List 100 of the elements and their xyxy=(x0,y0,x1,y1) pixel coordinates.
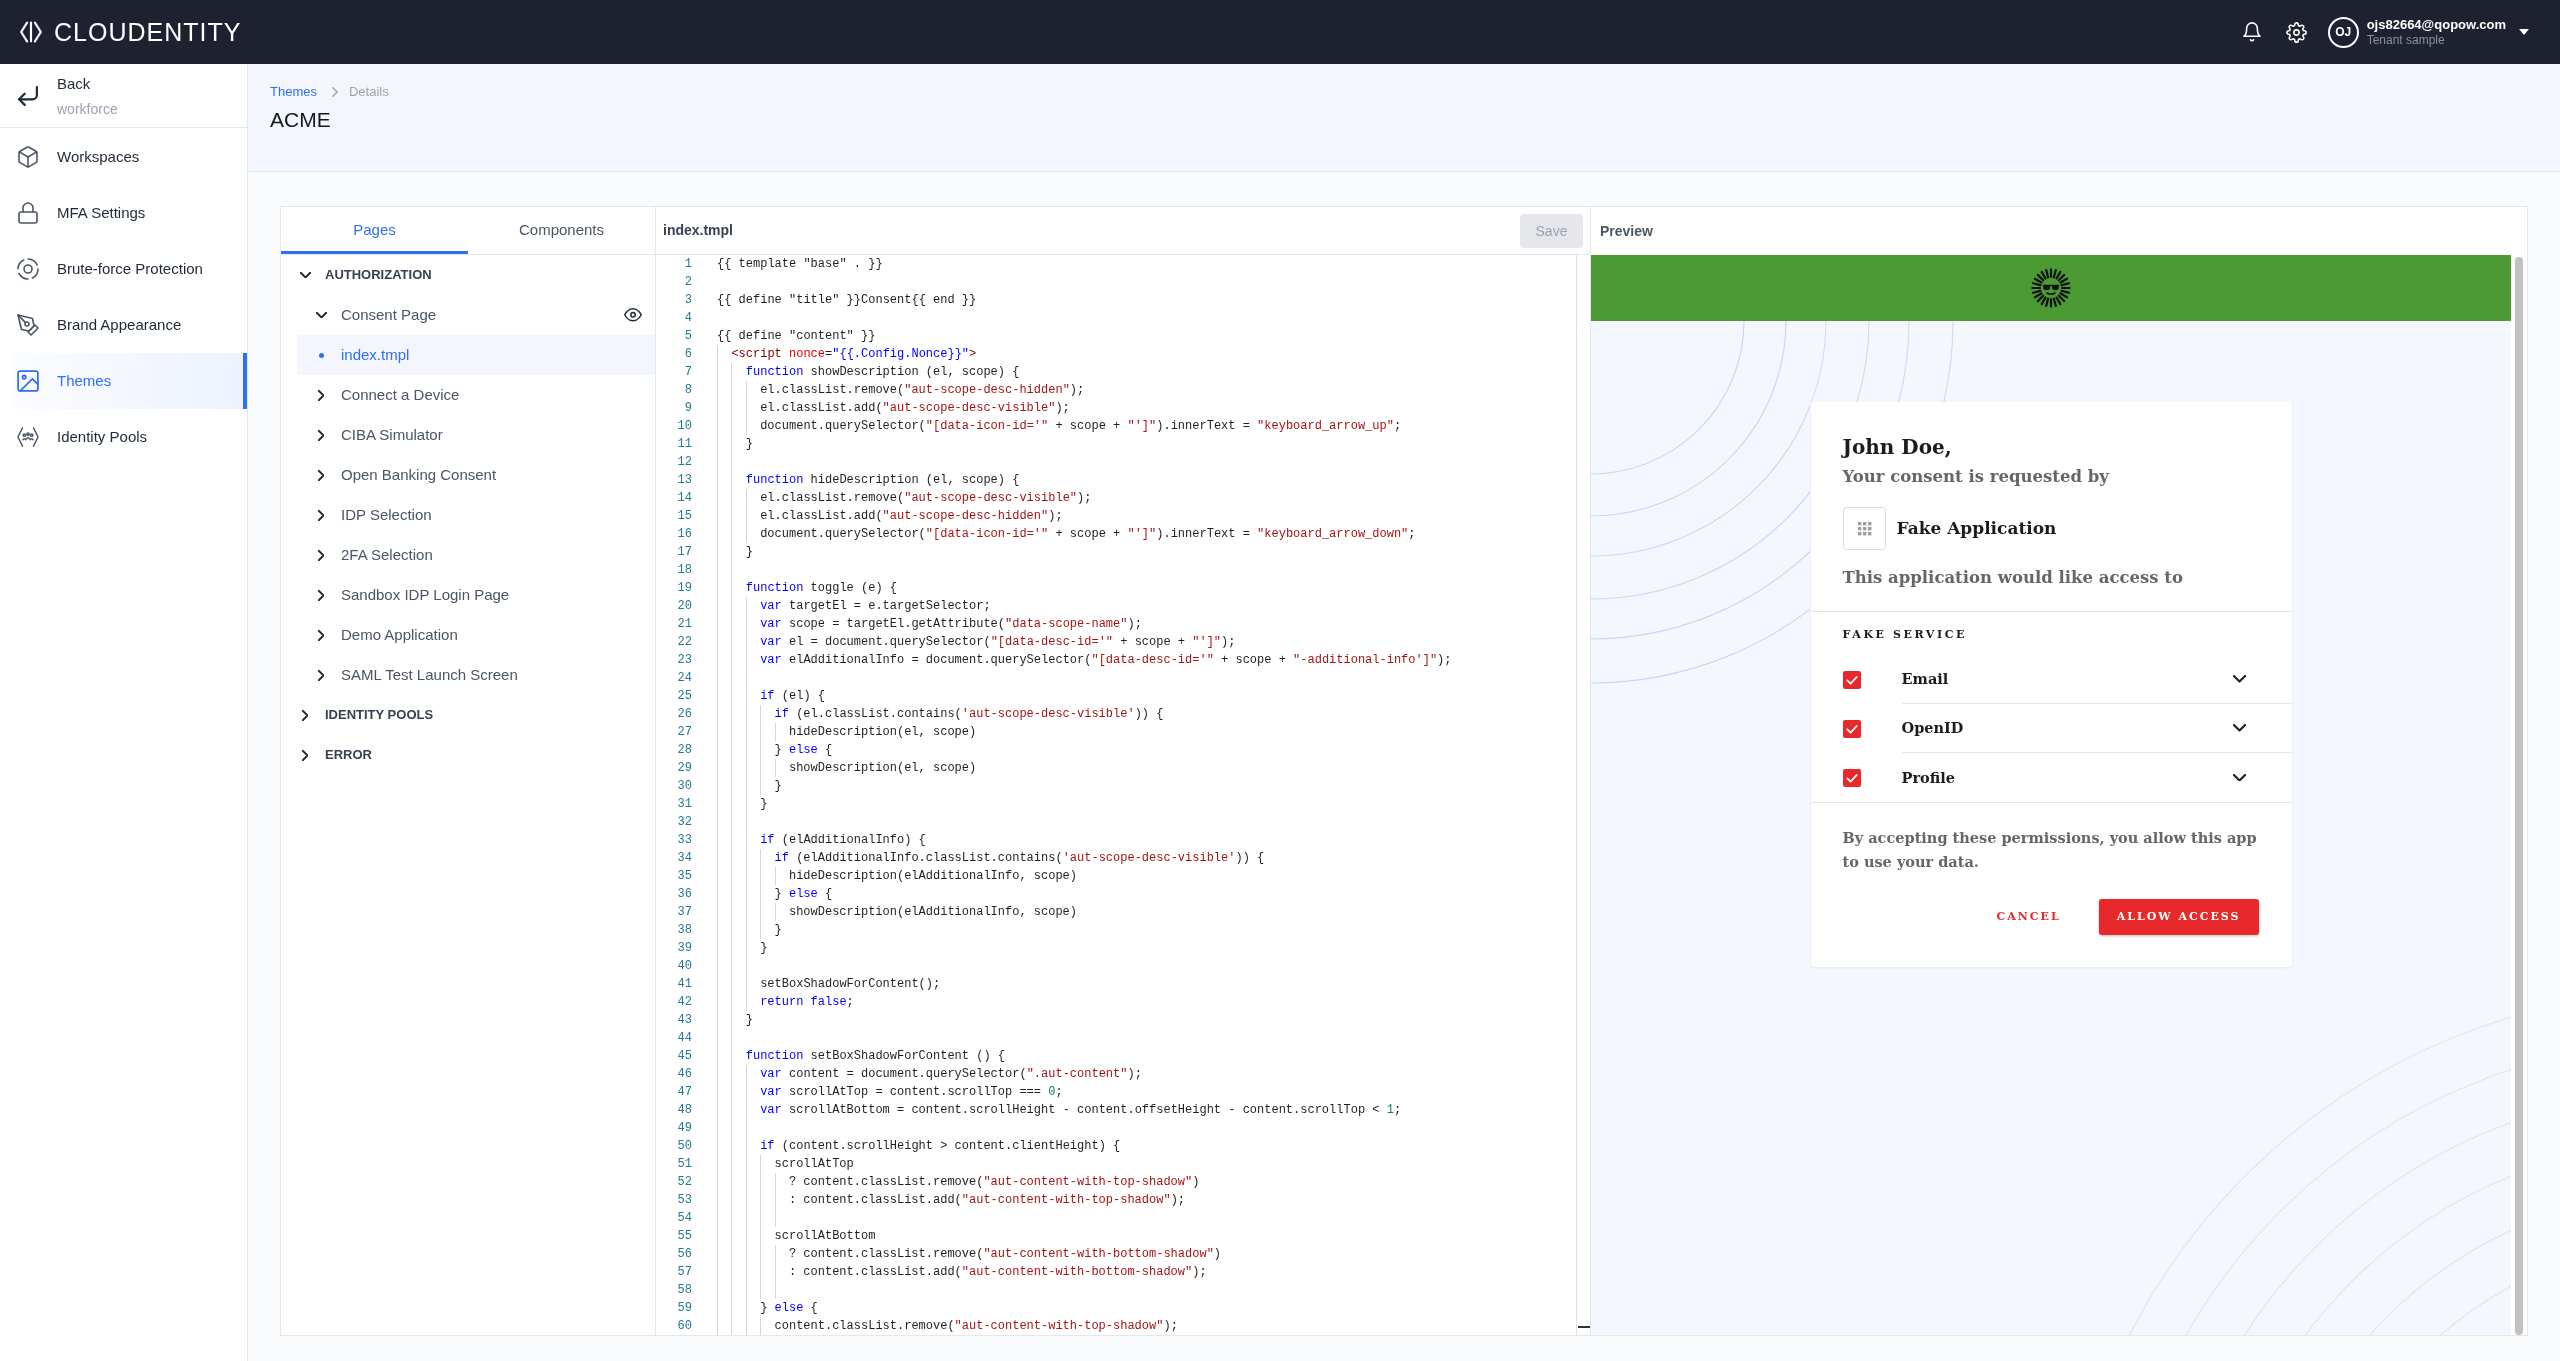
ruler-mark-icon xyxy=(1578,1326,1590,1328)
sidebar-item[interactable]: Workspaces xyxy=(12,129,247,185)
line-number: 3 xyxy=(683,292,692,309)
checkbox[interactable] xyxy=(1842,719,1861,738)
sidebar-item[interactable]: Identity Pools xyxy=(12,409,247,465)
line-number: 5 xyxy=(683,328,692,345)
code-line: var scrollAtTop = content.scrollTop === 0; xyxy=(760,1084,1063,1101)
code-line: {{ define "title" }}Consent{{ end }} xyxy=(717,292,977,309)
sidebar-item[interactable]: Themes xyxy=(12,353,247,409)
eye-icon[interactable] xyxy=(624,308,642,322)
caret-down-icon[interactable] xyxy=(2519,29,2529,35)
tree-item[interactable]: ERROR xyxy=(297,735,655,775)
code-line: : content.classList.add("aut-content-with-top-shadow"); xyxy=(788,1192,1186,1209)
tenant-name: Tenant sample xyxy=(2366,33,2446,48)
scope-label: Email xyxy=(1901,669,1949,690)
code-line: <script nonce="{{.Config.Nonce}}"> xyxy=(731,346,977,363)
code-line: if (elAdditionalInfo.classList.contains('aut-scope-desc-visible')) { xyxy=(774,850,1265,867)
line-number: 59 xyxy=(676,1300,692,1317)
tree-item[interactable]: Connect a Device xyxy=(297,375,655,415)
cancel-button[interactable]: CANCEL xyxy=(1984,899,2073,935)
code-line: scrollAtTop xyxy=(774,1156,854,1173)
user-avatar[interactable]: OJ xyxy=(2327,16,2359,48)
tree-item[interactable]: AUTHORIZATION xyxy=(297,255,655,295)
code-line: document.querySelector("[data-icon-id='" + scope + "']").innerText = "keyboard_arrow_up"; xyxy=(760,418,1402,435)
breadcrumb-link[interactable]: Themes xyxy=(270,84,317,100)
line-number: 31 xyxy=(676,796,692,813)
greeting: John Doe, xyxy=(1842,434,1953,460)
allow-access-button[interactable]: ALLOW ACCESS xyxy=(2098,899,2259,935)
checkbox[interactable] xyxy=(1842,670,1861,689)
tree-item[interactable]: SAML Test Launch Screen xyxy=(297,655,655,695)
line-number: 14 xyxy=(676,490,692,507)
scrollbar-thumb[interactable] xyxy=(2515,257,2523,1335)
tab[interactable]: Components xyxy=(468,207,655,254)
line-number: 54 xyxy=(676,1210,692,1227)
line-number: 21 xyxy=(676,616,692,633)
code-line: hideDescription(elAdditionalInfo, scope) xyxy=(788,868,1077,885)
line-number: 18 xyxy=(676,562,692,579)
breadcrumb-current: Details xyxy=(348,84,389,100)
code-line: } else { xyxy=(774,886,833,903)
sidebar-item[interactable]: MFA Settings xyxy=(12,185,247,241)
service-name: FAKE SERVICE xyxy=(1841,627,1969,643)
sidebar-item[interactable]: Brand Appearance xyxy=(12,297,247,353)
image-icon xyxy=(17,370,39,392)
line-number: 53 xyxy=(676,1192,692,1209)
line-number: 16 xyxy=(676,526,692,543)
line-number: 32 xyxy=(676,814,692,831)
line-number: 55 xyxy=(676,1228,692,1245)
line-number: 43 xyxy=(676,1012,692,1029)
tree-item[interactable]: IDENTITY POOLS xyxy=(297,695,655,735)
line-number: 42 xyxy=(676,994,692,1011)
code-line: if (el.classList.contains('aut-scope-desc-visible')) { xyxy=(774,706,1164,723)
target-icon xyxy=(17,258,39,280)
line-number: 36 xyxy=(676,886,692,903)
chevron-down-icon[interactable] xyxy=(2232,773,2246,782)
code-line: var targetEl = e.targetSelector; xyxy=(760,598,991,615)
line-number: 39 xyxy=(676,940,692,957)
line-number: 19 xyxy=(676,580,692,597)
tab[interactable]: Pages xyxy=(281,207,468,254)
people-brackets-icon xyxy=(17,426,39,448)
brand-name: CLOUDENTITY xyxy=(54,17,242,47)
tree-item[interactable]: Consent Page xyxy=(297,295,655,335)
tree-item[interactable]: Open Banking Consent xyxy=(297,455,655,495)
chevron-down-icon[interactable] xyxy=(2232,724,2246,732)
code-line: } else { xyxy=(760,1300,818,1317)
pen-nib-icon xyxy=(17,314,39,336)
return-arrow-icon[interactable] xyxy=(18,85,38,106)
scope-label: Profile xyxy=(1901,767,1955,788)
tree-item[interactable]: IDP Selection xyxy=(297,495,655,535)
tree-item[interactable]: CIBA Simulator xyxy=(297,415,655,455)
tree-item[interactable]: Sandbox IDP Login Page xyxy=(297,575,655,615)
line-number: 40 xyxy=(676,958,692,975)
code-line: } xyxy=(774,778,782,795)
tree-item[interactable]: Demo Application xyxy=(297,615,655,655)
bell-icon[interactable] xyxy=(2242,22,2261,42)
line-number: 2 xyxy=(683,274,692,291)
line-number: 20 xyxy=(676,598,692,615)
line-number: 12 xyxy=(676,454,692,471)
sidebar-item[interactable]: Brute-force Protection xyxy=(12,241,247,297)
checkbox[interactable] xyxy=(1842,768,1861,787)
code-line: ? content.classList.remove("aut-content-with-top-shadow") xyxy=(788,1174,1200,1191)
line-number: 8 xyxy=(683,382,692,399)
code-line: var elAdditionalInfo = document.querySelector("[data-desc-id='" + scope + "-additional-info']"); xyxy=(760,652,1452,669)
code-line: var scope = targetEl.getAttribute("data-scope-name"); xyxy=(760,616,1142,633)
tree-item[interactable]: index.tmpl xyxy=(297,335,655,375)
line-number: 44 xyxy=(676,1030,692,1047)
chevron-down-icon[interactable] xyxy=(2232,675,2246,683)
code-line: document.querySelector("[data-icon-id='" + scope + "']").innerText = "keyboard_arrow_down"; xyxy=(760,526,1416,543)
scope-label: OpenID xyxy=(1901,718,1964,739)
access-text: This application would like access to xyxy=(1842,567,2184,589)
line-number: 47 xyxy=(676,1084,692,1101)
app-grid-icon xyxy=(1842,507,1886,550)
line-number: 57 xyxy=(676,1264,692,1281)
line-number: 41 xyxy=(676,976,692,993)
line-number: 4 xyxy=(683,310,692,327)
code-line: } else { xyxy=(774,742,833,759)
line-number: 25 xyxy=(676,688,692,705)
code-line: } xyxy=(745,1012,753,1029)
settings-icon[interactable] xyxy=(2285,21,2307,43)
back-link[interactable]: Back xyxy=(57,74,91,94)
tree-item[interactable]: 2FA Selection xyxy=(297,535,655,575)
